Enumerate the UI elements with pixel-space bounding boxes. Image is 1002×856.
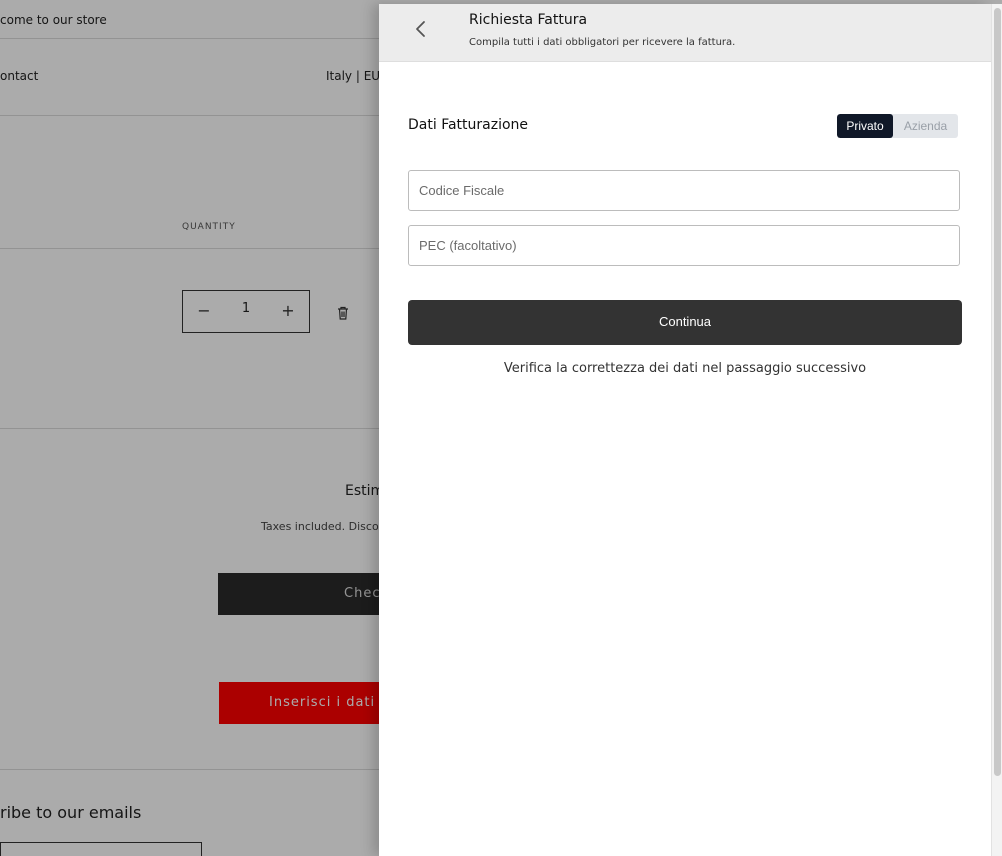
codice-fiscale-field[interactable]: [408, 170, 960, 211]
toggle-private-option[interactable]: Privato: [837, 114, 893, 138]
invoice-request-drawer: Richiesta Fattura Compila tutti i dati o…: [379, 4, 991, 856]
continue-button[interactable]: Continua: [408, 300, 962, 345]
customer-type-toggle[interactable]: Privato Azienda: [837, 114, 958, 138]
verification-note: Verifica la correttezza dei dati nel pas…: [503, 361, 867, 376]
scrollbar-thumb[interactable]: [994, 8, 1001, 776]
toggle-company-option[interactable]: Azienda: [893, 114, 958, 138]
drawer-subtitle: Compila tutti i dati obbligatori per ric…: [469, 37, 736, 48]
drawer-header: Richiesta Fattura Compila tutti i dati o…: [379, 4, 991, 62]
continue-button-label: Continua: [658, 314, 712, 329]
drawer-title: Richiesta Fattura: [469, 12, 588, 28]
pec-field[interactable]: [408, 225, 960, 266]
billing-section-title: Dati Fatturazione: [408, 117, 529, 133]
chevron-left-icon[interactable]: [411, 16, 431, 42]
